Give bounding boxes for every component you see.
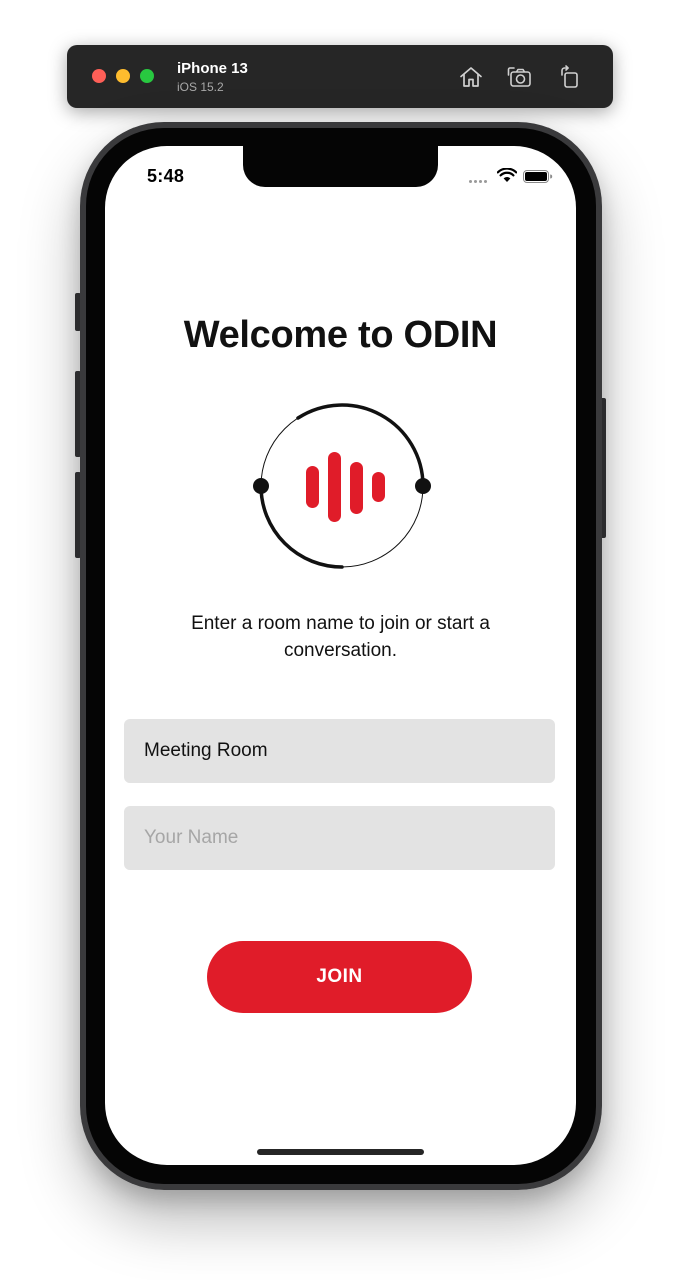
device-name: iPhone 13 (177, 60, 248, 77)
phone-screen: 5:48 Welcome to ODIN Enter a room name t… (105, 146, 576, 1165)
page-title: Welcome to ODIN (183, 314, 498, 356)
your-name-input[interactable] (124, 806, 555, 870)
battery-icon (523, 170, 553, 183)
zoom-window-button[interactable] (140, 69, 154, 83)
home-indicator (257, 1149, 424, 1155)
minimize-window-button[interactable] (116, 69, 130, 83)
notch (243, 146, 438, 187)
status-time: 5:48 (147, 166, 185, 186)
room-name-input[interactable] (124, 719, 555, 783)
join-button[interactable]: JOIN (207, 941, 472, 1013)
rotate-icon[interactable] (557, 64, 583, 90)
close-window-button[interactable] (92, 69, 106, 83)
os-version: iOS 15.2 (177, 80, 224, 94)
instruction-text: Enter a room name to join or start a con… (191, 613, 490, 661)
home-icon[interactable] (458, 64, 484, 90)
simulator-title-bar: iPhone 13 iOS 15.2 (67, 45, 613, 108)
wifi-icon (497, 168, 517, 182)
odin-voice-logo (253, 403, 431, 569)
screenshot-camera-icon[interactable] (507, 64, 533, 90)
signal-dots-icon (469, 180, 489, 184)
